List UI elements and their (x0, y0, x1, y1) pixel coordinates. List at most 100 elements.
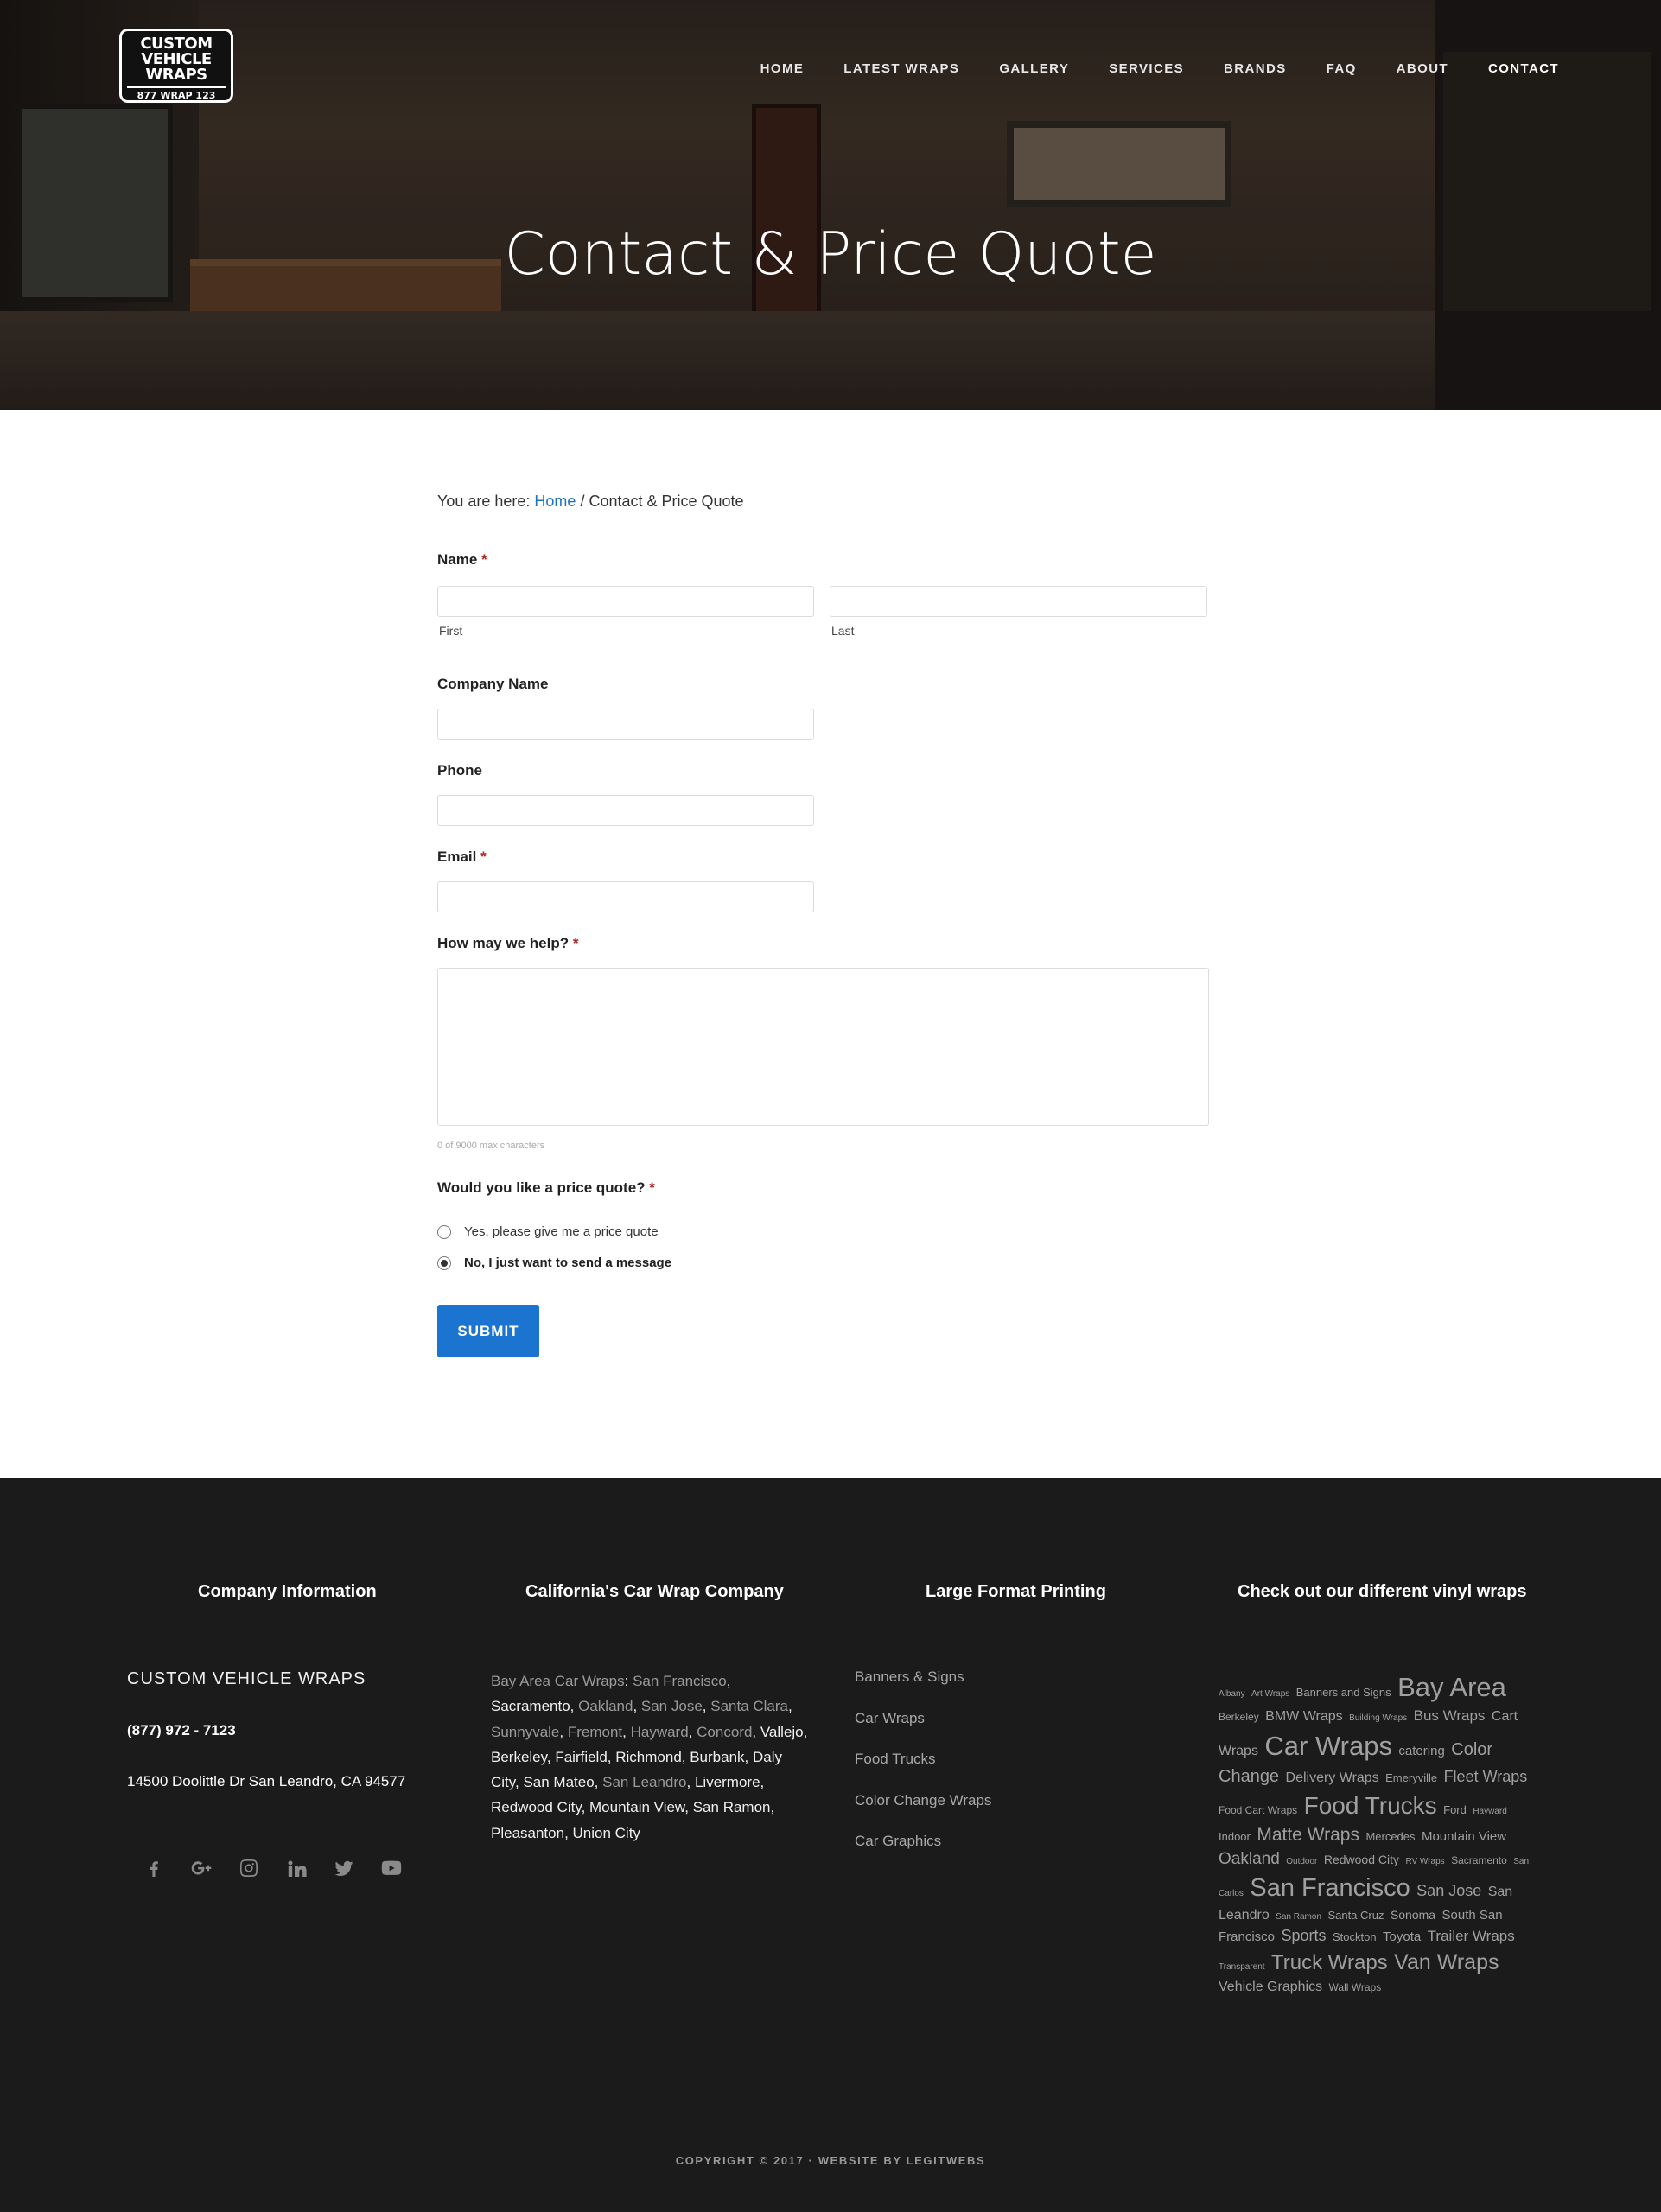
tag-cloud-link[interactable]: Hayward (1473, 1807, 1506, 1816)
help-label-text: How may we help? (437, 935, 570, 951)
tag-cloud-link[interactable]: Oakland (1219, 1850, 1280, 1868)
city-link[interactable]: Hayward (631, 1724, 689, 1740)
tag-cloud-link[interactable]: Delivery Wraps (1286, 1770, 1379, 1785)
tag-cloud-link[interactable]: Emeryville (1385, 1771, 1437, 1784)
city-link[interactable]: Oakland (578, 1698, 633, 1714)
tag-cloud-link[interactable]: Bus Wraps (1414, 1707, 1486, 1724)
submit-button[interactable]: SUBMIT (437, 1305, 539, 1357)
tag-cloud-link[interactable]: Van Wraps (1394, 1950, 1499, 1974)
printing-link-car-graphics[interactable]: Car Graphics (855, 1833, 991, 1874)
breadcrumb-separator: / (576, 493, 589, 510)
quote-option-no[interactable]: No, I just want to send a message (437, 1255, 671, 1270)
tag-cloud-link[interactable]: Toyota (1383, 1929, 1421, 1944)
logo-phone: 877 WRAP 123 (127, 86, 226, 100)
city-text: : (624, 1673, 633, 1689)
breadcrumb-current: Contact & Price Quote (589, 493, 744, 510)
character-counter: 0 of 9000 max characters (437, 1141, 545, 1151)
email-input[interactable] (437, 881, 814, 912)
youtube-icon[interactable] (380, 1857, 402, 1878)
city-link[interactable]: Bay Area Car Wraps (491, 1673, 625, 1689)
city-link[interactable]: Sunnyvale (491, 1724, 559, 1740)
linkedin-icon[interactable] (285, 1857, 307, 1878)
company-label: Company Name (437, 676, 549, 692)
nav-services[interactable]: SERVICES (1089, 60, 1204, 78)
nav-latest-wraps[interactable]: LATEST WRAPS (824, 60, 979, 78)
tag-cloud-link[interactable]: Sports (1281, 1927, 1326, 1944)
tag-cloud-link[interactable]: Albany (1219, 1689, 1245, 1699)
tag-cloud-link[interactable]: BMW Wraps (1265, 1709, 1342, 1724)
tag-cloud-link[interactable]: Redwood City (1324, 1853, 1399, 1866)
tag-cloud-link[interactable]: San Ramon (1276, 1912, 1321, 1922)
tag-cloud-link[interactable]: Food Trucks (1304, 1792, 1437, 1819)
tag-cloud-link[interactable]: Art Wraps (1251, 1689, 1289, 1699)
last-name-input[interactable] (830, 586, 1207, 617)
site-logo[interactable]: CUSTOM VEHICLE WRAPS 877 WRAP 123 (119, 29, 233, 103)
tag-cloud-link[interactable]: Mercedes (1365, 1830, 1415, 1843)
printing-link-car-wraps[interactable]: Car Wraps (855, 1710, 991, 1751)
tag-cloud-link[interactable]: Berkeley (1219, 1711, 1259, 1723)
tag-cloud-link[interactable]: Banners and Signs (1296, 1686, 1391, 1699)
printing-link-food-trucks[interactable]: Food Trucks (855, 1751, 991, 1792)
footer-vinyl-wraps-title: Check out our different vinyl wraps (1238, 1582, 1527, 1601)
tag-cloud-link[interactable]: Mountain View (1422, 1829, 1506, 1844)
city-link[interactable]: San Leandro (602, 1774, 686, 1790)
tag-cloud-link[interactable]: Indoor (1219, 1830, 1251, 1843)
last-name-sublabel: Last (831, 624, 855, 638)
tag-cloud-link[interactable]: Stockton (1333, 1930, 1377, 1943)
required-mark: * (480, 849, 487, 865)
tag-cloud-link[interactable]: Outdoor (1286, 1857, 1317, 1866)
footer-phone[interactable]: (877) 972 - 7123 (127, 1722, 236, 1739)
tag-cloud-link[interactable]: Building Wraps (1349, 1713, 1407, 1723)
city-link[interactable]: Concord (697, 1724, 752, 1740)
nav-home[interactable]: HOME (741, 60, 824, 78)
quote-label: Would you like a price quote? * (437, 1179, 655, 1197)
tag-cloud-link[interactable]: Santa Cruz (1327, 1909, 1384, 1922)
tag-cloud-link[interactable]: San Francisco (1250, 1874, 1410, 1902)
city-link[interactable]: San Francisco (633, 1673, 727, 1689)
tag-cloud-link[interactable]: Car Wraps (1264, 1731, 1392, 1761)
nav-faq[interactable]: FAQ (1307, 60, 1377, 78)
tag-cloud-link[interactable]: Fleet Wraps (1444, 1768, 1528, 1785)
help-label: How may we help? * (437, 935, 578, 952)
city-link[interactable]: Santa Clara (710, 1698, 788, 1714)
tag-cloud-link[interactable]: Vehicle Graphics (1219, 1980, 1322, 1994)
tag-cloud-link[interactable]: Food Cart Wraps (1219, 1804, 1297, 1816)
tag-cloud-link[interactable]: Sonoma (1391, 1908, 1435, 1922)
instagram-icon[interactable] (238, 1857, 259, 1878)
printing-link-color-change[interactable]: Color Change Wraps (855, 1792, 991, 1834)
facebook-icon[interactable] (143, 1857, 164, 1878)
email-label-text: Email (437, 849, 477, 865)
nav-brands[interactable]: BRANDS (1204, 60, 1307, 78)
tag-cloud-link[interactable]: Truck Wraps (1271, 1951, 1388, 1974)
google-plus-icon[interactable] (190, 1857, 212, 1878)
nav-contact[interactable]: CONTACT (1468, 60, 1579, 78)
nav-about[interactable]: ABOUT (1377, 60, 1468, 78)
tag-cloud-link[interactable]: catering (1398, 1744, 1444, 1758)
name-label: Name * (437, 551, 487, 569)
quote-option-no-label: No, I just want to send a message (464, 1255, 672, 1270)
tag-cloud-link[interactable]: Trailer Wraps (1428, 1928, 1515, 1944)
footer-city-list: Bay Area Car Wraps: San Francisco, Sacra… (491, 1669, 812, 1846)
tag-cloud-link[interactable]: Ford (1443, 1803, 1467, 1816)
twitter-icon[interactable] (333, 1857, 354, 1878)
phone-input[interactable] (437, 795, 814, 826)
breadcrumb-home-link[interactable]: Home (534, 493, 576, 510)
radio-no[interactable] (437, 1255, 451, 1270)
tag-cloud-link[interactable]: San Jose (1416, 1882, 1481, 1899)
city-link[interactable]: San Jose (641, 1698, 703, 1714)
first-name-input[interactable] (437, 586, 814, 617)
tag-cloud-link[interactable]: Wall Wraps (1329, 1981, 1382, 1993)
city-text: , (633, 1698, 641, 1715)
radio-yes[interactable] (437, 1224, 451, 1239)
quote-option-yes[interactable]: Yes, please give me a price quote (437, 1224, 659, 1239)
tag-cloud-link[interactable]: Transparent (1219, 1962, 1265, 1972)
nav-gallery[interactable]: GALLERY (979, 60, 1089, 78)
message-textarea[interactable] (437, 968, 1209, 1126)
city-link[interactable]: Fremont (568, 1724, 622, 1740)
tag-cloud-link[interactable]: Bay Area (1397, 1672, 1506, 1702)
company-name-input[interactable] (437, 709, 814, 740)
tag-cloud-link[interactable]: Matte Wraps (1257, 1825, 1359, 1845)
tag-cloud-link[interactable]: RV Wraps (1405, 1857, 1444, 1866)
tag-cloud-link[interactable]: Sacramento (1451, 1854, 1507, 1866)
printing-link-banners[interactable]: Banners & Signs (855, 1669, 991, 1710)
